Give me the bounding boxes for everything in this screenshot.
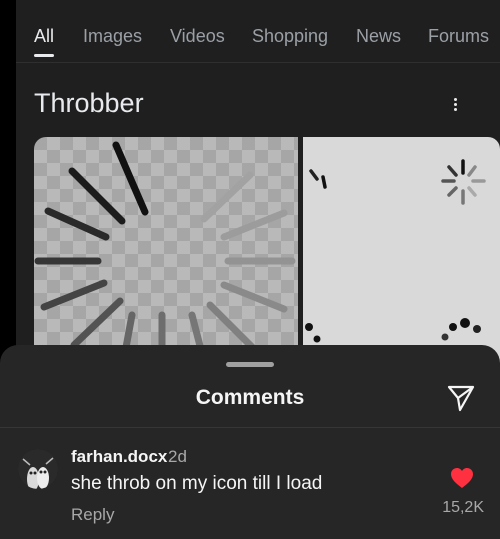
throbber-image-result[interactable] <box>34 137 298 367</box>
spinner-graphic <box>34 141 296 367</box>
comment-text: she throb on my icon till I load <box>71 473 323 494</box>
spinner-graphic-small <box>305 159 486 343</box>
comment-username[interactable]: farhan.docx <box>71 447 167 467</box>
throbber-image-result-2[interactable] <box>303 137 500 367</box>
drag-handle[interactable] <box>226 362 274 367</box>
active-tab-indicator <box>34 54 54 57</box>
sheet-divider <box>0 427 500 428</box>
results-title: Throbber <box>34 88 144 118</box>
comment-timestamp: 2d <box>168 447 187 466</box>
comments-title: Comments <box>195 386 305 409</box>
tab-shopping[interactable]: Shopping <box>252 26 328 47</box>
tab-news[interactable]: News <box>356 26 401 47</box>
tab-videos[interactable]: Videos <box>170 26 225 47</box>
avatar-image <box>18 449 58 489</box>
tab-all[interactable]: All <box>34 26 54 47</box>
tab-forums[interactable]: Forums <box>428 26 489 47</box>
search-tabs: All Images Videos Shopping News Forums <box>16 0 500 63</box>
more-vertical-icon[interactable] <box>450 96 460 114</box>
heart-icon[interactable] <box>450 467 474 489</box>
reply-button[interactable]: Reply <box>71 505 114 525</box>
send-icon[interactable] <box>446 383 476 413</box>
like-count: 15,2K <box>442 499 484 516</box>
comments-sheet: Comments farhan.docx 2d she throb on my … <box>0 345 500 539</box>
tab-images[interactable]: Images <box>83 26 142 47</box>
avatar[interactable] <box>18 449 58 489</box>
